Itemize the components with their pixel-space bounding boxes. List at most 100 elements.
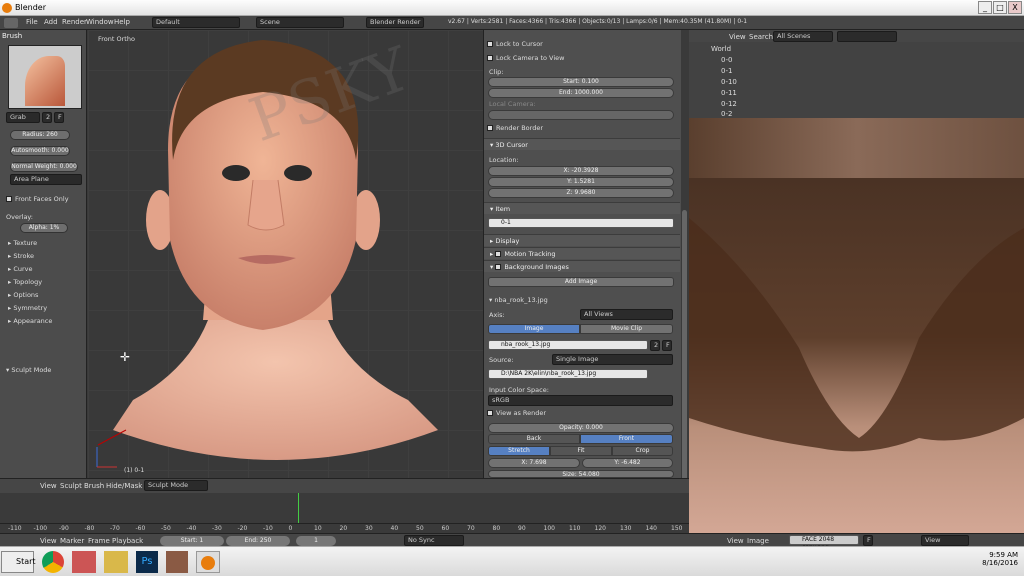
normal-weight-field[interactable]: Normal Weight: 0.000 [10, 162, 78, 172]
texture-section[interactable]: ▸ Texture [8, 239, 37, 247]
back-button[interactable]: Back [488, 434, 580, 444]
brush-fake-user[interactable]: F [54, 112, 64, 123]
lock-camera-checkbox[interactable]: Lock Camera to View [487, 54, 677, 62]
close-button[interactable]: X [1008, 1, 1022, 14]
image-name-field[interactable]: nba_rook_13.jpg [488, 340, 648, 350]
image-editor-canvas[interactable] [689, 118, 1024, 533]
local-camera-field[interactable] [488, 110, 674, 120]
color-space-select[interactable]: sRGB [488, 395, 673, 406]
image-path-field[interactable]: D:\NBA 2K\elin\nba_rook_13.jpg [488, 369, 648, 379]
chrome-icon[interactable] [42, 551, 64, 573]
outliner-item[interactable]: 0-2 [721, 110, 732, 118]
3d-cursor-icon[interactable]: ✛ [120, 350, 130, 364]
3d-cursor-panel[interactable]: ▾ 3D Cursor [484, 138, 680, 150]
bg-image-header[interactable]: ▾ nba_rook_13.jpg [489, 296, 679, 304]
vp-view-menu[interactable]: View [40, 482, 57, 490]
image-fake-user[interactable]: F [662, 340, 672, 351]
photoshop-icon[interactable]: Ps [136, 551, 158, 573]
tl-frame-menu[interactable]: Frame [88, 537, 110, 545]
radius-field[interactable]: Radius: 260 [10, 130, 70, 140]
outliner-item[interactable]: 0-12 [721, 100, 737, 108]
image-app-icon[interactable] [166, 551, 188, 573]
outliner-search-menu[interactable]: Search [749, 33, 773, 41]
autosmooth-field[interactable]: Autosmooth: 0.000 [10, 146, 70, 156]
outliner-item[interactable]: 0-11 [721, 89, 737, 97]
outliner-world[interactable]: World [711, 45, 731, 53]
outliner-item[interactable]: 0-10 [721, 78, 737, 86]
brush-users[interactable]: 2 [42, 112, 52, 123]
overlay-alpha-field[interactable]: Alpha: 1% [20, 223, 68, 233]
item-name-field[interactable]: 0-1 [488, 218, 674, 228]
app-icon[interactable] [72, 551, 96, 573]
view-as-render-checkbox[interactable]: View as Render [487, 409, 677, 417]
symmetry-section[interactable]: ▸ Symmetry [8, 304, 47, 312]
options-section[interactable]: ▸ Options [8, 291, 38, 299]
front-button[interactable]: Front [580, 434, 673, 444]
ie-image-menu[interactable]: Image [747, 537, 769, 545]
topology-section[interactable]: ▸ Topology [8, 278, 42, 286]
vp-sculpt-menu[interactable]: Sculpt [60, 482, 82, 490]
menu-file[interactable]: File [26, 18, 38, 26]
properties-scrollbar[interactable] [681, 30, 688, 500]
outliner-item[interactable]: 0-0 [721, 56, 732, 64]
3d-viewport[interactable]: Front Ortho PSKY ✛ (1) 0-1 [88, 30, 483, 478]
tab-movie-clip[interactable]: Movie Clip [580, 324, 673, 334]
brush-panel-header[interactable]: Brush [2, 32, 22, 40]
lock-cursor-checkbox[interactable]: Lock to Cursor [487, 40, 677, 48]
offset-x-field[interactable]: X: 7.698 [488, 458, 580, 468]
render-border-checkbox[interactable]: Render Border [487, 124, 677, 132]
crop-button[interactable]: Crop [612, 446, 673, 456]
offset-y-field[interactable]: Y: -6.482 [582, 458, 673, 468]
maximize-button[interactable]: □ [993, 1, 1007, 14]
outliner-view-menu[interactable]: View [729, 33, 746, 41]
curve-section[interactable]: ▸ Curve [8, 265, 33, 273]
menu-window[interactable]: Window [86, 18, 114, 26]
fit-button[interactable]: Fit [550, 446, 612, 456]
appearance-section[interactable]: ▸ Appearance [8, 317, 52, 325]
area-plane-select[interactable]: Area Plane [10, 174, 82, 185]
sculpt-mode-panel[interactable]: ▾ Sculpt Mode [6, 366, 51, 374]
opacity-field[interactable]: Opacity: 0.000 [488, 423, 674, 433]
scene-select[interactable]: Scene [256, 17, 344, 28]
tab-image[interactable]: Image [488, 324, 580, 334]
vp-brush-menu[interactable]: Brush [84, 482, 104, 490]
sync-select[interactable]: No Sync [404, 535, 464, 546]
stretch-button[interactable]: Stretch [488, 446, 550, 456]
display-panel[interactable]: ▸ Display [484, 234, 680, 246]
front-faces-checkbox[interactable]: Front Faces Only [6, 195, 69, 203]
background-images-panel[interactable]: ▾ Background Images [484, 260, 680, 272]
end-frame-field[interactable]: End: 250 [226, 536, 290, 546]
outliner-search-input[interactable] [837, 31, 897, 42]
source-select[interactable]: Single Image [552, 354, 673, 365]
axis-select[interactable]: All Views [580, 309, 673, 320]
add-image-button[interactable]: Add Image [488, 277, 674, 287]
screen-layout-select[interactable]: Default [152, 17, 240, 28]
tl-marker-menu[interactable]: Marker [60, 537, 84, 545]
current-frame-field[interactable]: 1 [296, 536, 336, 546]
menu-help[interactable]: Help [114, 18, 130, 26]
size-field[interactable]: Size: 54.080 [488, 470, 674, 478]
render-engine-select[interactable]: Blender Render [366, 17, 424, 28]
brush-preview[interactable] [8, 45, 82, 109]
menu-render[interactable]: Render [62, 18, 87, 26]
ie-view-select[interactable]: View [921, 535, 969, 546]
outliner-scenes-select[interactable]: All Scenes [773, 31, 833, 42]
timeline[interactable]: View Sculpt Brush Hide/Mask Sculpt Mode … [0, 478, 689, 533]
ie-image-name[interactable]: FACE 2048 copy.png [789, 535, 859, 551]
item-panel[interactable]: ▾ Item [484, 202, 680, 214]
outliner-item[interactable]: 0-1 [721, 67, 732, 75]
cursor-z-field[interactable]: Z: 9.9680 [488, 188, 674, 198]
ie-view-menu[interactable]: View [727, 537, 744, 545]
clip-end-field[interactable]: End: 1000.000 [488, 88, 674, 98]
brush-name[interactable]: Grab [6, 112, 40, 123]
editor-type-icon[interactable] [4, 18, 18, 28]
clip-start-field[interactable]: Start: 0.100 [488, 77, 674, 87]
start-button[interactable]: Start [1, 551, 36, 573]
minimize-button[interactable]: _ [978, 1, 992, 14]
mode-select[interactable]: Sculpt Mode [144, 480, 208, 491]
motion-tracking-panel[interactable]: ▸ Motion Tracking [484, 247, 680, 259]
cursor-x-field[interactable]: X: -20.3928 [488, 166, 674, 176]
tl-playback-menu[interactable]: Playback [112, 537, 143, 545]
cursor-y-field[interactable]: Y: 1.5281 [488, 177, 674, 187]
vp-hidemask-menu[interactable]: Hide/Mask [106, 482, 142, 490]
